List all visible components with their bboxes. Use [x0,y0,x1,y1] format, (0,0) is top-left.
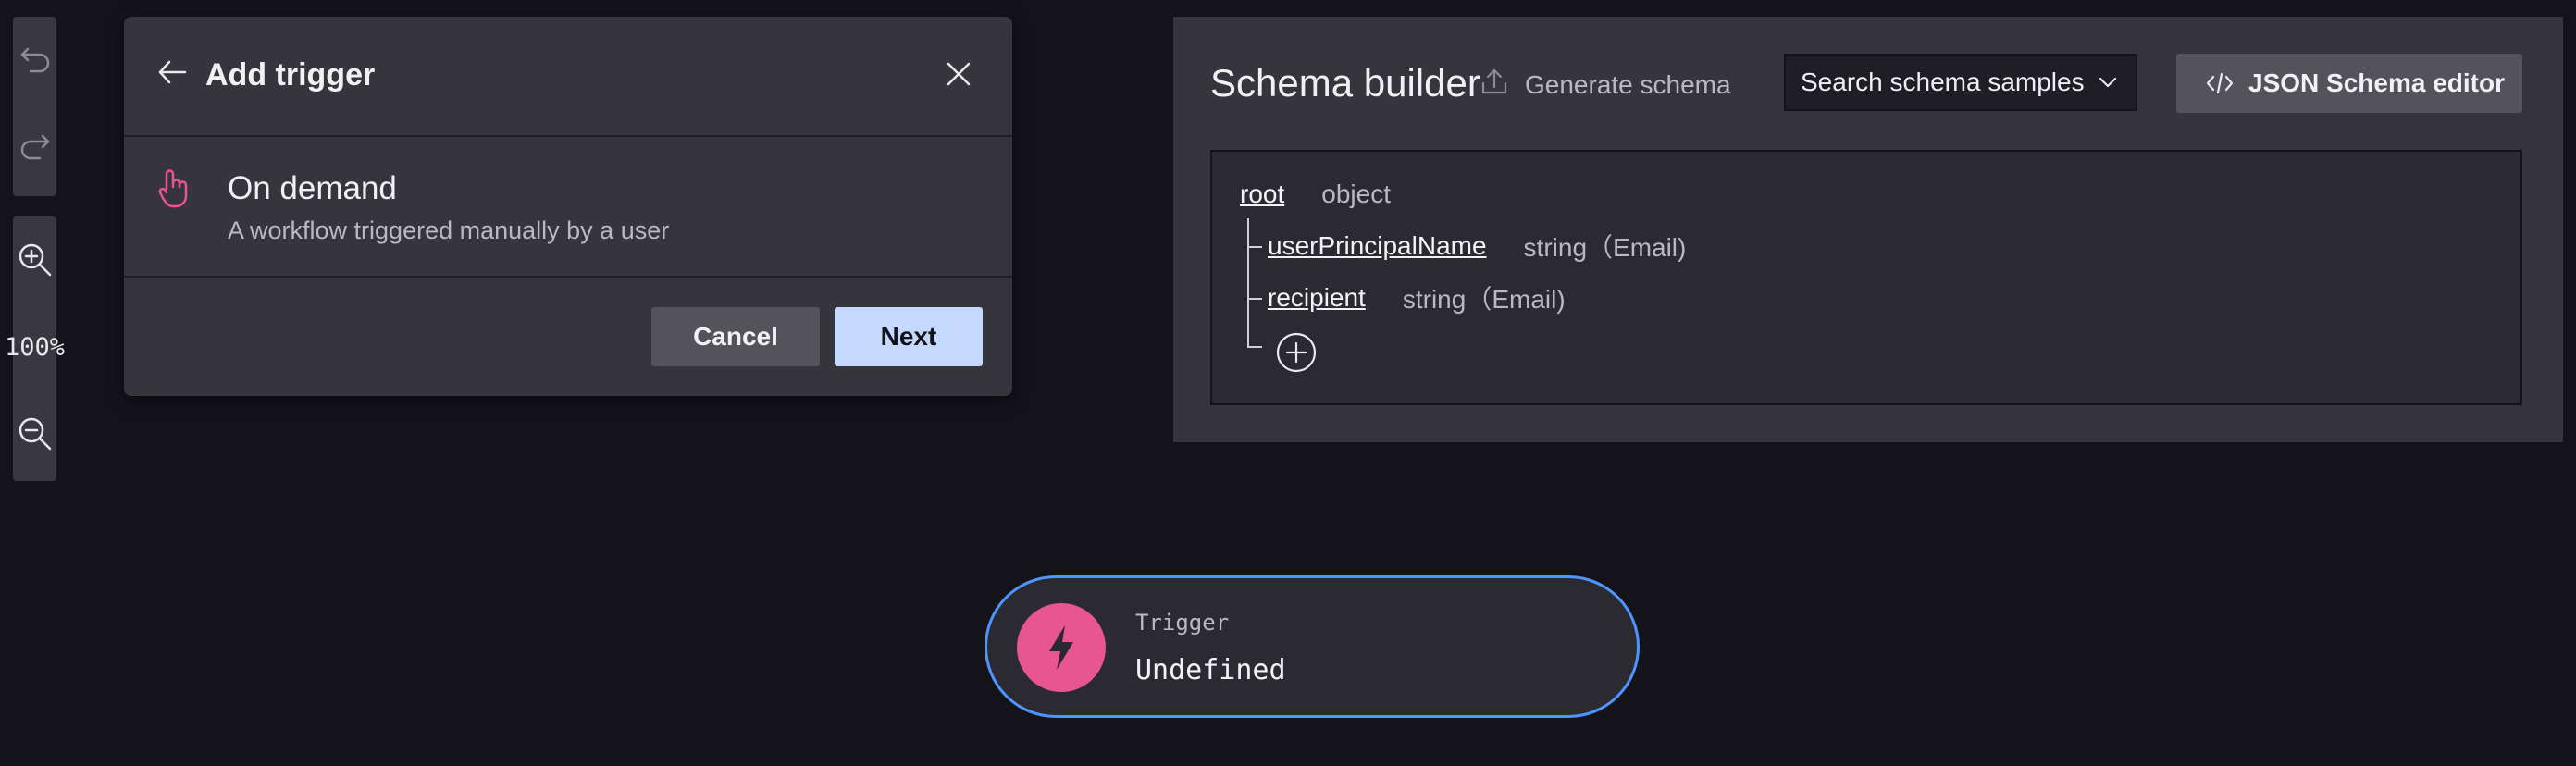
search-schema-samples-select[interactable]: Search schema samples [1784,54,2137,111]
property-type: string（Email) [1402,285,1566,314]
property-name[interactable]: userPrincipalName [1268,231,1487,261]
close-icon[interactable] [946,61,972,87]
trigger-node-value: Undefined [1135,654,1286,686]
undo-icon [19,46,51,74]
schema-builder-title: Schema builder [1210,61,1480,105]
samples-select-label: Search schema samples [1801,68,2085,96]
add-trigger-dialog: Add trigger On demand A workflow trigger… [124,17,1012,396]
schema-builder-panel: Schema builder Generate schema Search sc… [1173,17,2563,442]
trigger-node[interactable]: Trigger Undefined [985,575,1640,718]
code-icon [2206,70,2234,96]
lightning-icon [1046,624,1077,672]
tree-row-root: root object [1240,176,1391,213]
hand-pointer-icon [157,168,194,209]
property-name[interactable]: recipient [1268,283,1366,313]
tree-branch-line [1247,246,1262,248]
upload-icon[interactable] [1480,67,1508,96]
tree-branch-line [1247,346,1262,348]
zoom-out-icon [18,416,53,451]
root-property-name[interactable]: root [1240,179,1284,209]
zoom-out-button[interactable] [13,390,56,477]
redo-icon [19,133,51,161]
zoom-level: 100% [4,332,66,362]
json-schema-editor-button[interactable]: JSON Schema editor [2176,54,2522,113]
root-property-type: object [1321,179,1391,208]
trigger-option-on-demand[interactable]: On demand A workflow triggered manually … [124,137,1012,278]
schema-tree: root object userPrincipalName string（Ema… [1210,150,2522,405]
cancel-button[interactable]: Cancel [651,307,820,366]
plus-circle-icon[interactable] [1275,331,1318,374]
zoom-in-button[interactable] [13,216,56,303]
trigger-icon-badge [1017,603,1106,692]
undo-button[interactable] [13,17,56,104]
next-button[interactable]: Next [835,307,983,366]
dialog-header: Add trigger [124,17,1012,137]
property-type: string（Email) [1523,233,1687,262]
tree-vertical-line [1247,218,1249,348]
dialog-title: Add trigger [205,57,376,93]
option-title: On demand [228,170,397,206]
tree-row-property: recipient string（Email) [1268,279,1566,316]
arrow-left-icon[interactable] [157,59,187,85]
history-toolbar [13,17,56,196]
dialog-footer: Cancel Next [124,278,1012,396]
option-description: A workflow triggered manually by a user [228,216,670,244]
tree-row-property: userPrincipalName string（Email) [1268,228,1686,265]
generate-schema-button[interactable]: Generate schema [1525,70,1731,100]
zoom-in-icon [18,242,53,278]
trigger-node-label: Trigger [1135,610,1230,636]
redo-button[interactable] [13,104,56,191]
zoom-toolbar: 100% [5,216,65,481]
json-schema-editor-label: JSON Schema editor [2248,68,2505,97]
tree-branch-line [1247,298,1262,300]
chevron-down-icon [2099,77,2117,88]
